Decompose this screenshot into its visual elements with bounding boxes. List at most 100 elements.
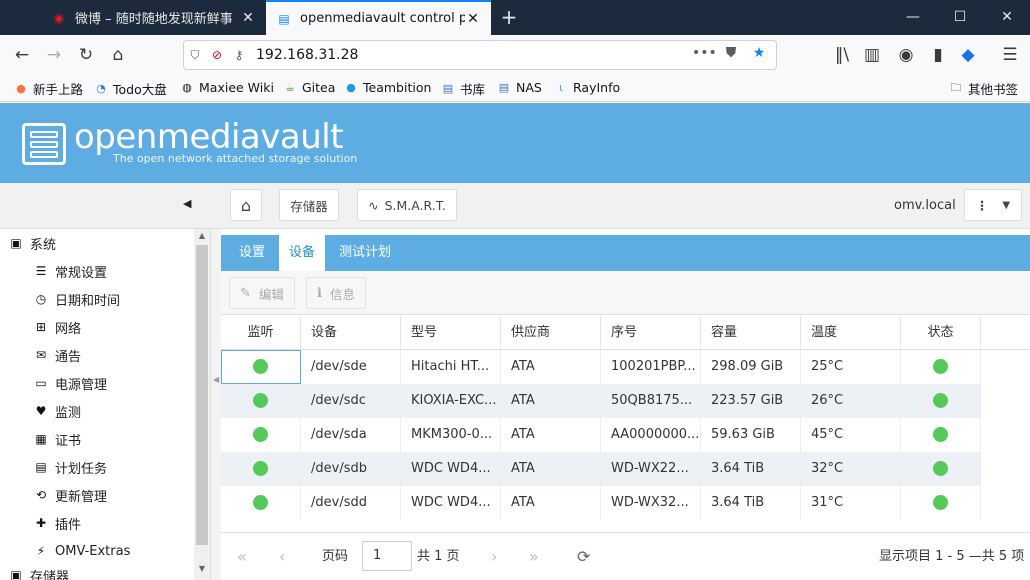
cell-status	[901, 486, 981, 520]
refresh-icon[interactable]: ⟳	[577, 545, 590, 569]
column-header[interactable]: 设备	[301, 316, 401, 350]
sidebar-scrollbar[interactable]: ▲ ▼	[194, 229, 210, 580]
page-icon: ▤	[442, 82, 454, 95]
reload-icon[interactable]: ↻	[72, 41, 100, 69]
column-header[interactable]: 序号	[601, 316, 701, 350]
page-number-input[interactable]: 1	[362, 541, 412, 571]
bookmark-item[interactable]: ☕ Gitea	[282, 79, 335, 95]
info-button[interactable]: ℹ 信息	[306, 277, 366, 309]
home-button[interactable]: ⌂	[230, 189, 262, 221]
health-status-dot	[933, 393, 948, 408]
minus-square-icon: ▣	[10, 568, 22, 580]
cell-capacity: 59.63 GiB	[701, 418, 801, 452]
table-row[interactable]: /dev/sdd WDC WD4... ATA WD-WX32... 3.64 TiB 3…	[221, 486, 981, 520]
cell-temp: 31°C	[801, 486, 901, 520]
tab-devices[interactable]: 设备	[279, 235, 326, 271]
bookmarks-bar: ● 新手上路 ◔ Todo大盘 ◍ Maxiee Wiki ☕ Gitea ● Teamb…	[0, 75, 1030, 102]
edit-button[interactable]: ✎ 编辑	[229, 277, 295, 309]
tab-settings[interactable]: 设置	[229, 235, 275, 271]
collapse-sidebar-icon[interactable]: ◀	[183, 197, 191, 210]
account-icon[interactable]: ◉	[892, 41, 920, 69]
collapse-arrow-icon[interactable]: ◀	[213, 375, 219, 384]
tab-omv[interactable]: ▤ openmediavault control panel ✕	[266, 0, 491, 35]
url-bar[interactable]: ⛉ ⊘ ⚷ 192.168.31.28 ••• ⛊ ★	[183, 40, 777, 70]
prev-page-icon[interactable]: ‹	[279, 545, 285, 569]
sidebar-item-label: 网络	[55, 321, 82, 337]
monitoring-status-dot	[253, 359, 268, 374]
url-text[interactable]: 192.168.31.28	[256, 47, 358, 63]
bookmark-item[interactable]: ● 新手上路	[13, 79, 83, 98]
sidebar-item-label: 存储器	[30, 569, 70, 580]
tab-weibo[interactable]: ◉ 微博 – 随时随地发现新鲜事 ✕	[41, 0, 266, 35]
bookmark-item[interactable]: ● Teambition	[343, 79, 431, 95]
sidebar-group-storage[interactable]: ▣ 存储器	[8, 565, 202, 580]
close-tab-icon[interactable]: ✕	[240, 10, 256, 26]
globe-icon: ◍	[182, 80, 192, 94]
table-row[interactable]: /dev/sde Hitachi HT... ATA 100201PBP... 298.…	[221, 350, 981, 384]
maximize-icon[interactable]: ☐	[937, 0, 983, 35]
more-actions-icon[interactable]: •••	[692, 45, 717, 61]
tab-test-schedule[interactable]: 测试计划	[329, 235, 401, 271]
scroll-down-icon[interactable]: ▼	[194, 564, 210, 578]
sidebar-item-label: 日期和时间	[55, 293, 121, 309]
certificate-icon: ▦	[35, 432, 47, 446]
caret-down-icon: ▼	[1002, 199, 1011, 211]
close-window-icon[interactable]: ✕	[984, 0, 1030, 35]
bookmark-item[interactable]: ▤ 书库	[440, 79, 485, 98]
bookmark-item[interactable]: ▤ NAS	[496, 79, 542, 95]
table-row[interactable]: /dev/sdc KIOXIA-EXC... ATA 50QB8175... 223.5…	[221, 384, 981, 418]
home-icon[interactable]: ⌂	[104, 41, 132, 69]
translate-extension-icon[interactable]: ◆	[954, 41, 982, 69]
column-header[interactable]: 容量	[701, 316, 801, 350]
library-icon[interactable]: ‖\	[828, 41, 856, 69]
scroll-up-icon[interactable]: ▲	[194, 231, 210, 245]
shield-icon[interactable]: ⛉	[184, 48, 206, 63]
close-tab-icon[interactable]: ✕	[465, 11, 481, 27]
bookmark-item[interactable]: ɩ RayInfo	[553, 79, 620, 95]
table-row[interactable]: /dev/sdb WDC WD4... ATA WD-WX22... 3.64 TiB 3…	[221, 452, 981, 486]
new-tab-button[interactable]: +	[495, 3, 523, 31]
bookmark-item[interactable]: ◍ Maxiee Wiki	[179, 79, 274, 95]
brand-name: openmediavault	[74, 117, 344, 157]
cell-monitor	[221, 452, 301, 486]
sidebar-group-system[interactable]: ▣ 系统	[8, 229, 202, 257]
cell-serial: WD-WX32...	[601, 486, 701, 520]
breadcrumb-smart[interactable]: ∿ S.M.A.R.T.	[357, 189, 457, 221]
user-menu-button[interactable]: ⋮ ▼	[964, 189, 1022, 221]
other-bookmarks[interactable]: 🗀 其他书签	[948, 79, 1019, 98]
column-header[interactable]: 供应商	[501, 316, 601, 350]
sidebar-item-label: OMV-Extras	[55, 543, 131, 559]
cell-device: /dev/sdb	[301, 452, 401, 486]
button-label: 编辑	[258, 286, 284, 302]
menu-icon[interactable]: ☰	[996, 41, 1024, 69]
bookmark-label: 新手上路	[33, 82, 84, 97]
bookmark-item[interactable]: ◔ Todo大盘	[93, 79, 167, 98]
minimize-icon[interactable]: —	[890, 0, 936, 35]
rayinfo-icon: ɩ	[559, 80, 563, 94]
sidebar-splitter[interactable]: ◀	[211, 229, 221, 580]
scroll-thumb[interactable]	[196, 245, 208, 545]
panel-tabs: 设置 设备 测试计划	[221, 235, 1030, 271]
bookmark-star-icon[interactable]: ★	[748, 45, 770, 61]
key-icon[interactable]: ⚷	[228, 48, 250, 62]
back-icon[interactable]: ←	[8, 41, 36, 69]
forward-icon[interactable]: →	[40, 41, 68, 69]
column-header[interactable]: 型号	[401, 316, 501, 350]
page-label: 页码	[322, 549, 349, 564]
sidebar-item-label: 常规设置	[55, 265, 108, 281]
cell-model: KIOXIA-EXC...	[401, 384, 501, 418]
insecure-lock-icon[interactable]: ⊘	[206, 48, 228, 62]
extension-icon[interactable]: ▮	[924, 41, 952, 69]
first-page-icon[interactable]: «	[237, 545, 247, 569]
column-header[interactable]: 温度	[801, 316, 901, 350]
breadcrumb-storage[interactable]: 存储器	[279, 189, 339, 221]
last-page-icon[interactable]: »	[529, 545, 539, 569]
column-header[interactable]: 监听	[221, 316, 301, 350]
pocket-icon[interactable]: ⛊	[720, 45, 742, 61]
bookmark-label: Maxiee Wiki	[199, 79, 274, 95]
column-header[interactable]: 状态	[901, 316, 981, 350]
sidebar-toggle-icon[interactable]: ▥	[858, 41, 886, 69]
table-row[interactable]: /dev/sda MKM300-0... ATA AA0000000... 59.63 …	[221, 418, 981, 452]
next-page-icon[interactable]: ›	[491, 545, 497, 569]
cell-temp: 32°C	[801, 452, 901, 486]
